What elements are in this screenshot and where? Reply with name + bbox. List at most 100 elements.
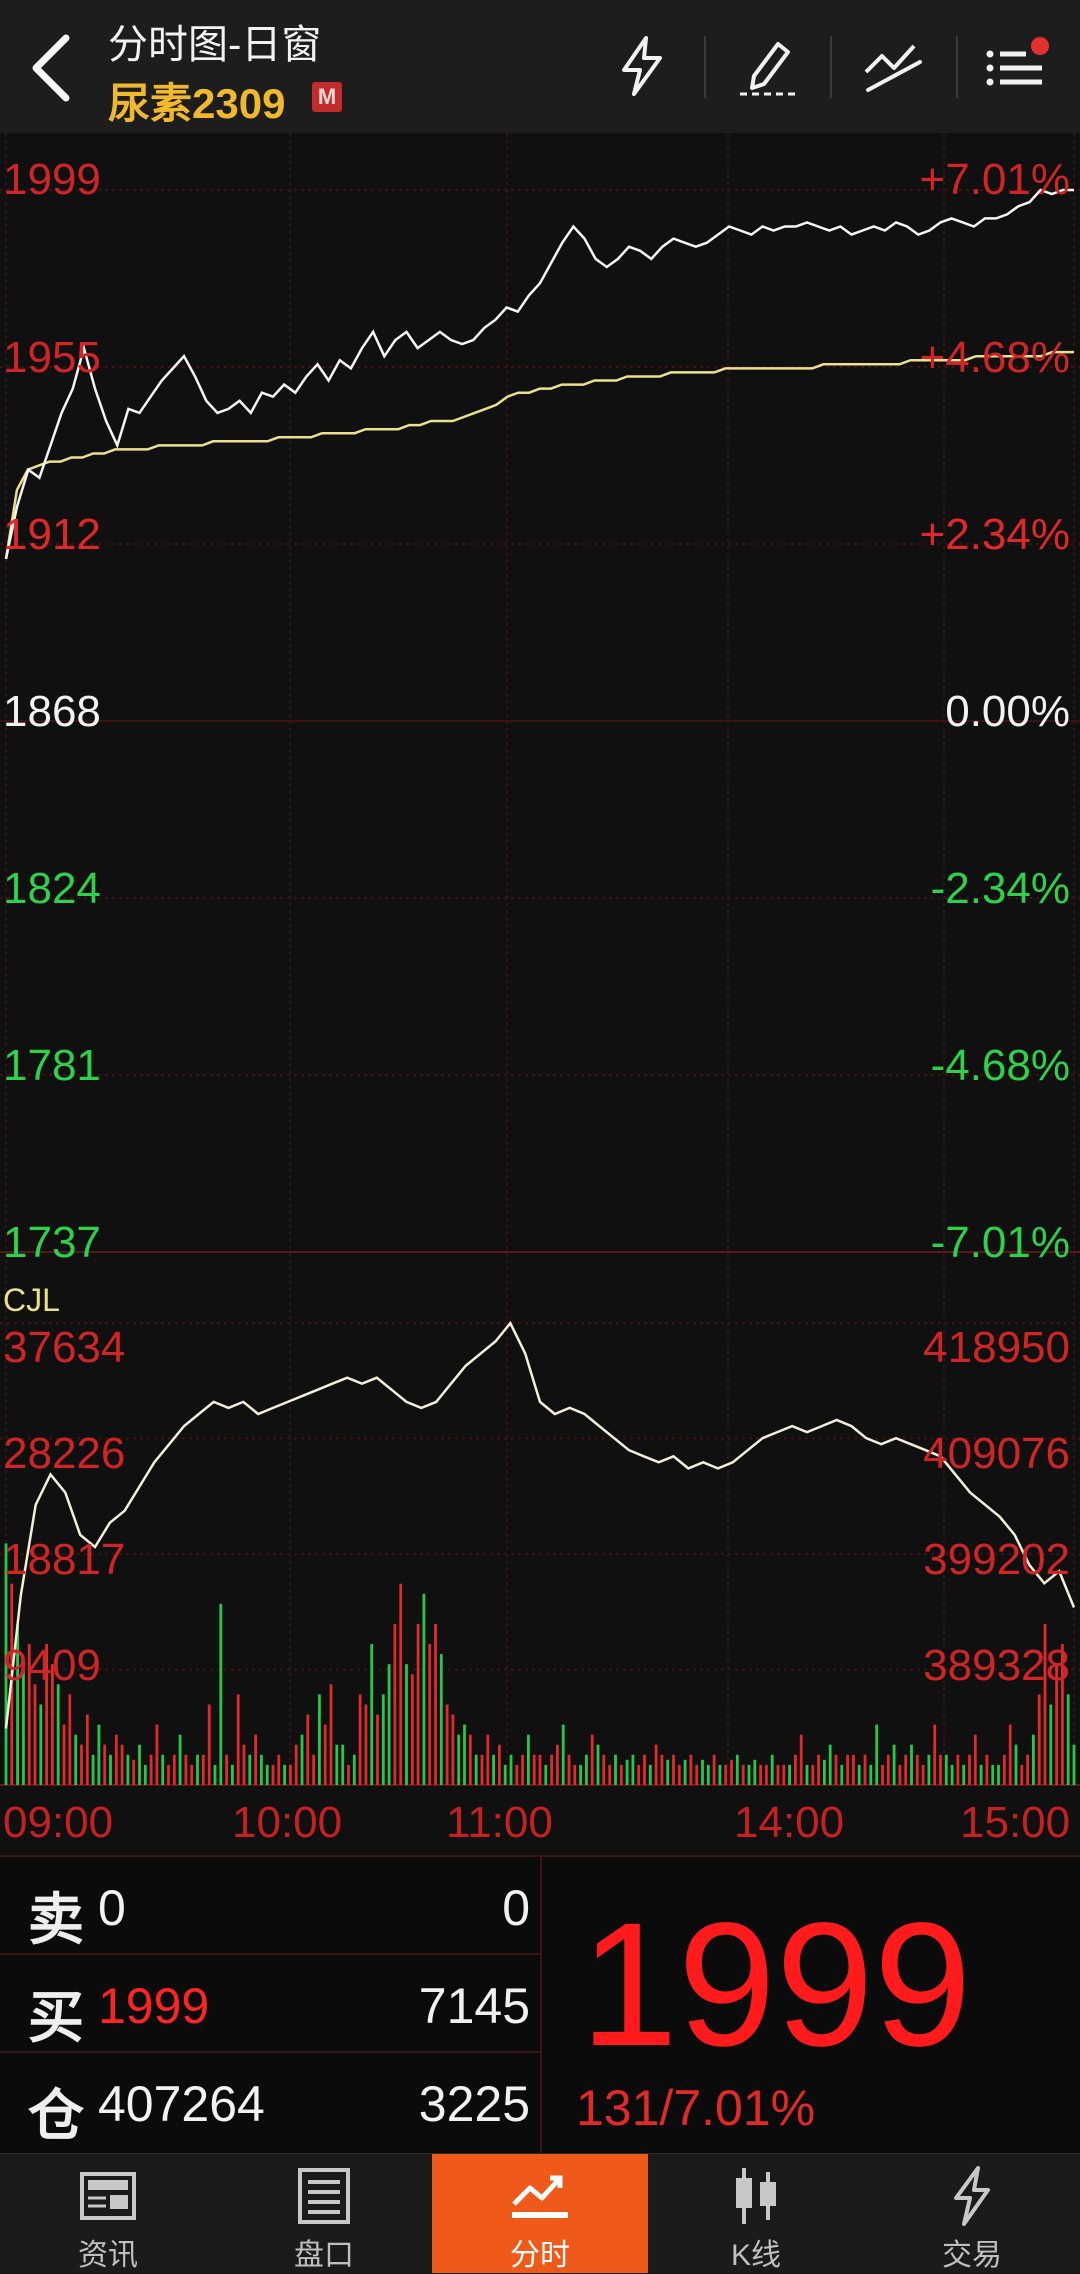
price-axis-label: 1955	[3, 333, 101, 382]
pct-axis-label: +7.01%	[919, 155, 1070, 204]
oi-axis-label: 399202	[923, 1535, 1070, 1584]
volume-bar	[567, 1754, 571, 1785]
time-axis-label: 09:00	[3, 1798, 114, 1847]
volume-bar	[596, 1744, 600, 1785]
volume-bar	[892, 1744, 896, 1785]
position-row[interactable]: 仓 407264 3225	[0, 2053, 540, 2149]
quote-divider	[540, 1857, 542, 2155]
lightning-icon[interactable]	[608, 32, 676, 100]
volume-bar	[138, 1744, 141, 1785]
volume-bar	[370, 1644, 374, 1785]
volume-bar	[428, 1644, 432, 1785]
volume-bar	[341, 1744, 345, 1785]
volume-bar	[973, 1734, 977, 1785]
average-price-line	[4, 350, 1074, 560]
volume-bar	[759, 1764, 762, 1785]
open-interest-line	[4, 1320, 1076, 1729]
volume-bar	[538, 1754, 542, 1785]
oi-axis-label: 389328	[923, 1641, 1070, 1690]
volume-bar	[492, 1754, 495, 1785]
volume-bar	[881, 1764, 884, 1785]
volume-bar	[724, 1764, 728, 1785]
draw-pen-icon[interactable]	[734, 32, 802, 100]
volume-bar	[608, 1764, 612, 1785]
volume-bar	[376, 1714, 379, 1785]
price-axis-label: 1912	[3, 510, 101, 559]
volume-bar	[712, 1754, 716, 1785]
tab-trade[interactable]: 交易	[864, 2154, 1080, 2273]
volume-bar	[614, 1754, 617, 1785]
volume-bar	[701, 1759, 704, 1785]
volume-bar	[991, 1764, 995, 1785]
candlestick-icon	[736, 2168, 776, 2224]
volume-bar	[904, 1754, 908, 1785]
volume-bar	[794, 1754, 797, 1785]
volume-bar	[161, 1754, 165, 1785]
volume-bar	[399, 1583, 403, 1785]
volume-bar	[863, 1754, 867, 1785]
time-axis-label: 14:00	[734, 1798, 845, 1847]
volume-bar	[828, 1744, 832, 1785]
volume-bar	[172, 1754, 176, 1785]
page-title: 分时图-日窗	[108, 23, 322, 67]
volume-bar	[602, 1754, 606, 1785]
header-separator	[704, 36, 706, 98]
open-interest-change: 3225	[418, 2076, 530, 2132]
volume-bar	[468, 1734, 472, 1785]
volume-bar	[1072, 1744, 1076, 1785]
indicator-icon[interactable]	[860, 32, 928, 100]
buy-label: 买	[28, 1986, 84, 2049]
tab-news[interactable]: 资讯	[0, 2154, 216, 2273]
volume-bar	[1032, 1734, 1035, 1785]
volume-bar	[277, 1754, 281, 1785]
timeshare-icon	[512, 2175, 568, 2218]
volume-bar	[201, 1754, 205, 1785]
volume-bar	[381, 1694, 385, 1785]
price-axis-label: 1781	[3, 1041, 101, 1090]
tab-orderbook[interactable]: 盘口	[216, 2154, 432, 2273]
menu-list-icon[interactable]	[984, 32, 1052, 100]
volume-bar	[410, 1674, 414, 1785]
volume-bar	[405, 1664, 408, 1785]
volume-bar	[126, 1754, 130, 1785]
volume-bar	[637, 1764, 641, 1785]
sell-row[interactable]: 卖 0 0	[0, 1857, 540, 1955]
back-icon[interactable]	[18, 26, 88, 110]
volume-bar	[318, 1694, 321, 1785]
buy-row[interactable]: 买 1999 7145	[0, 1955, 540, 2053]
volume-bar	[527, 1734, 530, 1785]
orderbook-icon	[298, 2168, 350, 2224]
volume-bar	[939, 1754, 942, 1785]
tab-timeshare[interactable]: 分时	[432, 2154, 648, 2273]
volume-bar	[498, 1744, 501, 1785]
volume-bar	[260, 1754, 263, 1785]
volume-bar	[300, 1734, 304, 1785]
volume-bar	[196, 1754, 199, 1785]
position-label: 仓	[28, 2084, 84, 2147]
volume-bar	[323, 1724, 327, 1785]
volume-bar	[689, 1754, 693, 1785]
volume-bar	[550, 1754, 553, 1785]
volume-bar	[474, 1754, 478, 1785]
volume-bar	[585, 1754, 588, 1785]
volume-bar	[33, 1684, 37, 1785]
chart-area[interactable]: 1999 +7.01% 1955 +4.68% 1912 +2.34% 1868…	[0, 133, 1080, 1855]
volume-bar	[823, 1759, 826, 1785]
tab-candlestick[interactable]: K线	[648, 2154, 864, 2273]
volume-bar	[625, 1759, 629, 1785]
volume-bar	[544, 1764, 548, 1785]
volume-bar	[968, 1754, 971, 1785]
volume-bar	[56, 1684, 60, 1785]
volume-bar	[921, 1764, 925, 1785]
volume-bar	[312, 1754, 315, 1785]
volume-bar	[85, 1714, 89, 1785]
volume-bar	[1014, 1744, 1018, 1785]
volume-bar	[782, 1764, 786, 1785]
tab-label: 交易	[942, 2239, 1002, 2272]
pct-axis-label: -7.01%	[930, 1218, 1070, 1267]
open-interest-value: 407264	[98, 2076, 265, 2132]
sell-volume: 0	[502, 1880, 530, 1936]
volume-bar	[457, 1734, 461, 1785]
volume-bar	[765, 1764, 768, 1785]
header-separator	[956, 36, 958, 98]
